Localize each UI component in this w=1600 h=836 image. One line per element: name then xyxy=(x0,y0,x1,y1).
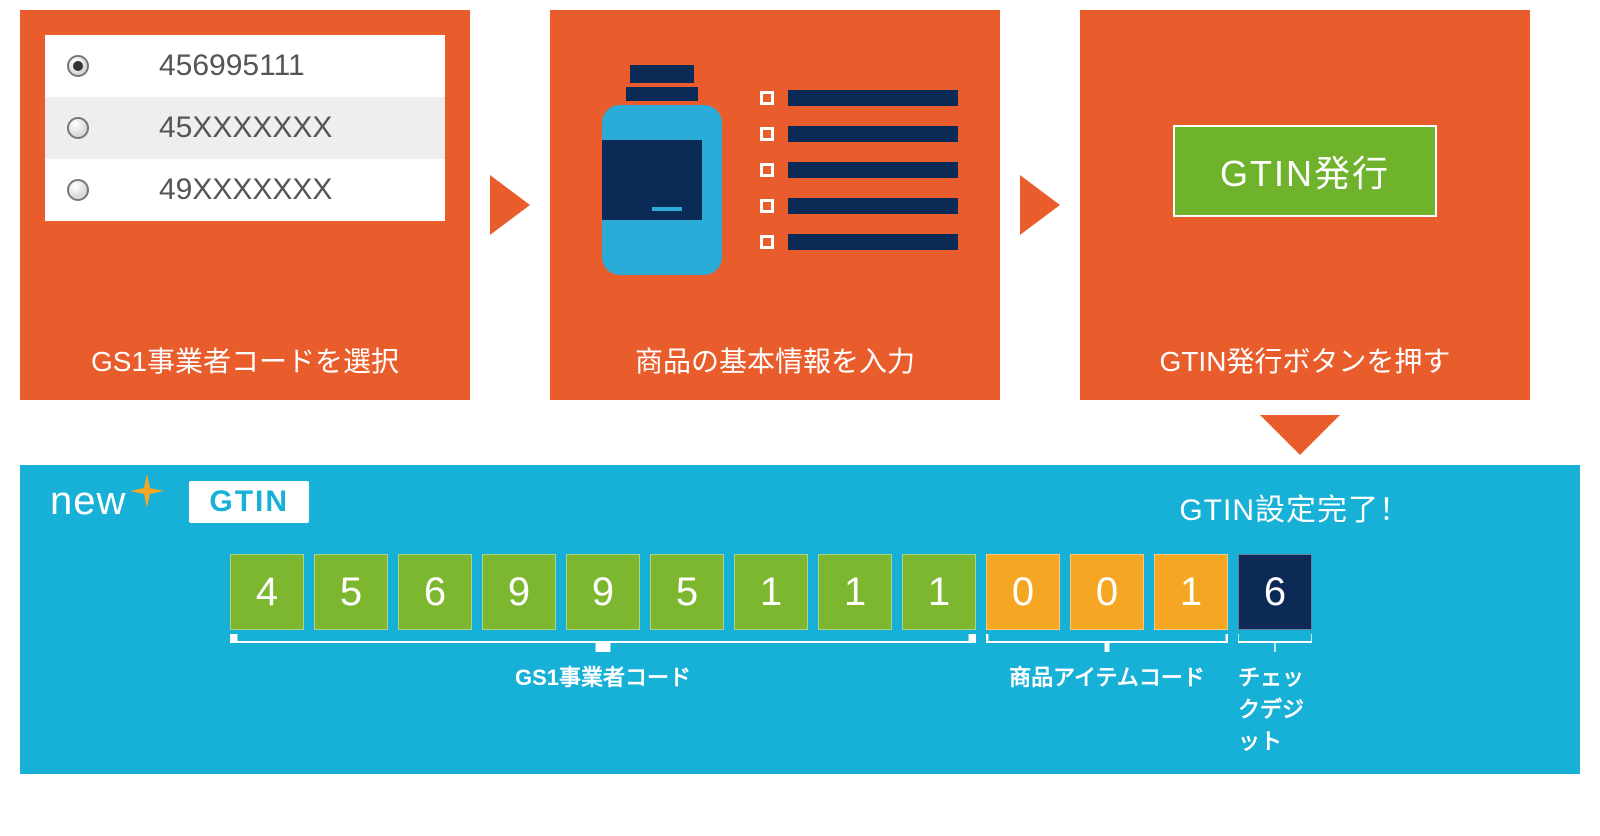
new-text: new xyxy=(50,479,126,524)
process-flow-row: 456995111 45XXXXXXX 49XXXXXXX GS1事業者コードを… xyxy=(20,10,1580,400)
gtin-digit: 1 xyxy=(902,554,976,630)
step-select-code: 456995111 45XXXXXXX 49XXXXXXX GS1事業者コードを… xyxy=(20,10,470,400)
radio-icon xyxy=(67,179,89,201)
gtin-digit: 9 xyxy=(566,554,640,630)
gtin-result-panel: new GTIN GTIN設定完了！ 4 5 6 9 9 5 1 1 1 0 0… xyxy=(20,465,1580,774)
radio-option-value: 49XXXXXXX xyxy=(159,173,332,207)
gtin-digit-row: 4 5 6 9 9 5 1 1 1 0 0 1 6 xyxy=(230,554,1550,630)
gtin-digit: 6 xyxy=(398,554,472,630)
gtin-digit: 1 xyxy=(1154,554,1228,630)
gtin-bracket-row: GS1事業者コード 商品アイテムコード チェックデジット xyxy=(230,634,1550,756)
gtin-digit: 5 xyxy=(650,554,724,630)
product-bottle-icon xyxy=(592,65,732,275)
gtin-digit: 9 xyxy=(482,554,556,630)
form-lines-icon xyxy=(760,90,958,250)
gtin-digit: 5 xyxy=(314,554,388,630)
bracket-label-item: 商品アイテムコード xyxy=(1009,660,1205,692)
gtin-digit: 1 xyxy=(734,554,808,630)
gtin-digit: 0 xyxy=(986,554,1060,630)
gtin-badge: GTIN xyxy=(189,481,309,523)
radio-option-2[interactable]: 45XXXXXXX xyxy=(45,97,445,159)
sparkle-icon xyxy=(130,473,164,507)
gtin-digit: 4 xyxy=(230,554,304,630)
radio-option-3[interactable]: 49XXXXXXX xyxy=(45,159,445,221)
bracket-label-check: チェックデジット xyxy=(1238,660,1312,756)
bracket-check: チェックデジット xyxy=(1238,634,1312,756)
radio-icon xyxy=(67,117,89,139)
step1-caption: GS1事業者コードを選択 xyxy=(91,340,399,380)
step-enter-info: 商品の基本情報を入力 xyxy=(550,10,1000,400)
radio-option-1[interactable]: 456995111 xyxy=(45,35,445,97)
step2-caption: 商品の基本情報を入力 xyxy=(635,340,915,380)
flow-arrow-down-icon xyxy=(1260,415,1340,455)
product-info-illustration xyxy=(592,65,958,275)
gs1-code-radio-list: 456995111 45XXXXXXX 49XXXXXXX xyxy=(45,35,445,221)
flow-arrow-right-icon xyxy=(1020,175,1060,235)
gtin-complete-text: GTIN設定完了！ xyxy=(1179,485,1410,529)
bracket-prefix: GS1事業者コード xyxy=(230,634,976,692)
gtin-digit: 1 xyxy=(818,554,892,630)
bracket-label-prefix: GS1事業者コード xyxy=(515,660,691,692)
flow-arrow-right-icon xyxy=(490,175,530,235)
step-issue-gtin: GTIN発行 GTIN発行ボタンを押す xyxy=(1080,10,1530,400)
issue-gtin-button[interactable]: GTIN発行 xyxy=(1173,125,1437,217)
bracket-item: 商品アイテムコード xyxy=(986,634,1228,692)
flow-arrow-down-container xyxy=(20,415,1580,455)
step3-caption: GTIN発行ボタンを押す xyxy=(1160,340,1451,380)
radio-option-value: 45XXXXXXX xyxy=(159,111,332,145)
gtin-digit: 6 xyxy=(1238,554,1312,630)
new-label: new xyxy=(50,479,164,524)
gtin-digit: 0 xyxy=(1070,554,1144,630)
radio-option-value: 456995111 xyxy=(159,49,305,83)
radio-icon xyxy=(67,55,89,77)
